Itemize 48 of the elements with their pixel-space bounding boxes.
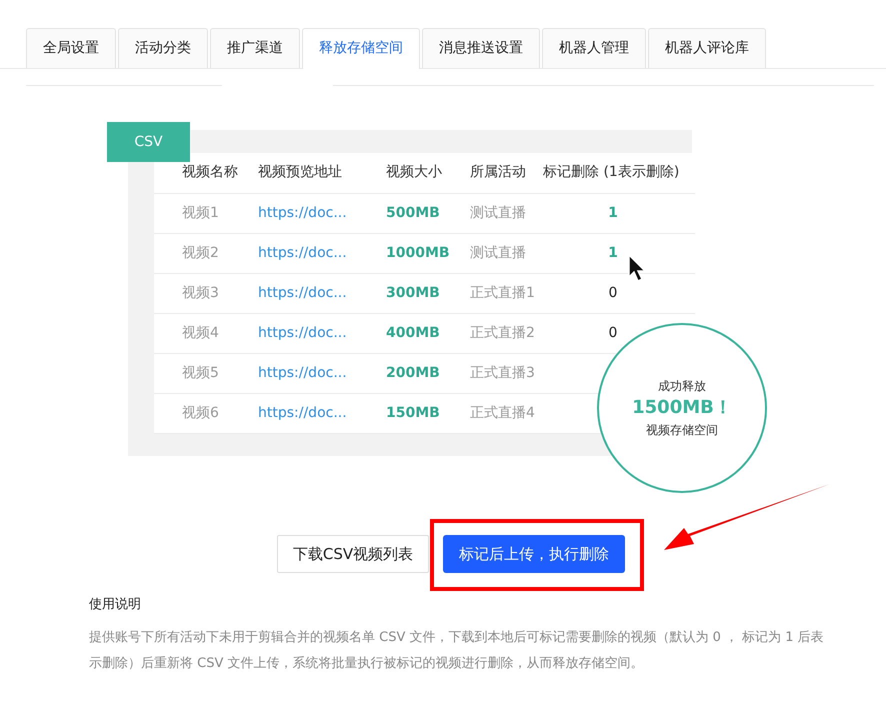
link[interactable]: https://doc... <box>258 364 347 380</box>
link[interactable]: https://doc... <box>258 324 347 340</box>
table-cell: 正式直播2 <box>470 313 543 353</box>
table-cell: 300MB <box>386 273 470 313</box>
table-cell: 测试直播 <box>470 233 543 273</box>
result-amount: 1500MB！ <box>632 396 732 420</box>
result-text: 视频存储空间 <box>646 422 718 439</box>
link[interactable]: https://doc... <box>258 204 347 220</box>
tab[interactable]: 释放存储空间 <box>302 28 420 69</box>
instructions-text: 提供账号下所有活动下未用于剪辑合并的视频名单 CSV 文件，下载到本地后可标记需要删除的视频（默认为 0 ， 标记为 1 后表示删除）后重新将 CSV 文件上传，系统将批量执行被标记的视频进行删除，从而释放存储空间。 <box>89 628 825 672</box>
column-header: 所属活动 <box>470 153 543 193</box>
table-cell: 测试直播 <box>470 193 543 233</box>
column-header: 视频大小 <box>386 153 470 193</box>
table-cell: 400MB <box>386 313 470 353</box>
table-cell: 500MB <box>386 193 470 233</box>
link[interactable]: https://doc... <box>258 404 347 420</box>
table-cell: 1 <box>608 244 618 260</box>
table-cell: 正式直播1 <box>470 273 543 313</box>
tab[interactable]: 机器人管理 <box>542 28 646 68</box>
table-cell: 1000MB <box>386 233 470 273</box>
download-button[interactable]: 下载CSV视频列表 <box>276 535 430 573</box>
table-cell: 正式直播3 <box>470 353 543 393</box>
tab[interactable]: 活动分类 <box>118 28 208 68</box>
result-text: 成功释放 <box>658 378 706 396</box>
tab[interactable]: 推广渠道 <box>210 28 300 68</box>
column-header: 视频预览地址 <box>258 153 386 193</box>
table-cell: 视频2 <box>154 233 258 273</box>
section-title: 使用说明 <box>89 596 142 614</box>
column-header: 视频名称 <box>154 153 258 193</box>
upload-button[interactable]: 标记后上传，执行删除 <box>443 535 626 573</box>
table-cell: 视频6 <box>154 393 258 433</box>
tab[interactable]: 消息推送设置 <box>422 28 540 68</box>
table-cell: 视频1 <box>154 193 258 233</box>
table-cell: 视频4 <box>154 313 258 353</box>
table-cell: 150MB <box>386 393 470 433</box>
link[interactable]: https://doc... <box>258 244 347 260</box>
table-cell: 200MB <box>386 353 470 393</box>
csv-badge: CSV <box>107 122 190 162</box>
tab[interactable]: 机器人评论库 <box>648 28 766 68</box>
column-header: 标记删除 (1表示删除) <box>543 153 695 193</box>
tab[interactable]: 全局设置 <box>26 28 116 68</box>
table-cell: 0 <box>608 324 618 340</box>
table-cell: 正式直播4 <box>470 393 543 433</box>
table-cell: 0 <box>608 284 618 300</box>
table-cell: 视频5 <box>154 353 258 393</box>
table-cell: 1 <box>608 204 618 220</box>
link[interactable]: https://doc... <box>258 284 347 300</box>
table-cell: 视频3 <box>154 273 258 313</box>
